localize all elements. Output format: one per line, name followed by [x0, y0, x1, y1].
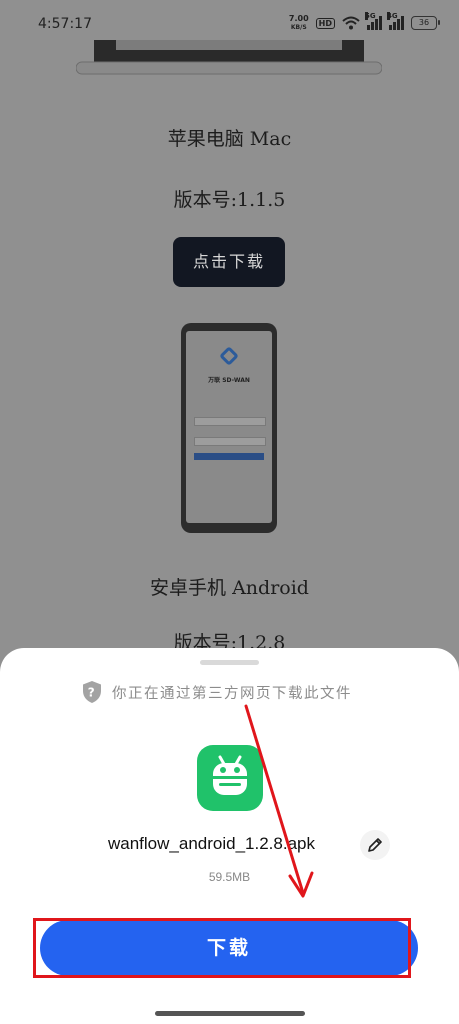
android-phone-image: 万联 SD-WAN — [181, 323, 277, 533]
file-name: wanflow_android_1.2.8.apk — [108, 834, 315, 853]
phone-app-title: 万联 SD-WAN — [208, 377, 250, 384]
mac-version: 版本号:1.1.5 — [173, 189, 286, 211]
pencil-icon — [368, 838, 382, 852]
battery-level: 36 — [418, 18, 430, 27]
svg-text:?: ? — [88, 686, 96, 700]
sim2-network-type: 4G — [387, 12, 398, 20]
android-robot-icon — [197, 745, 263, 811]
signal-sim2-icon: 4G — [387, 12, 404, 30]
android-robot-glyph — [213, 755, 247, 795]
network-speed-unit: KB/S — [290, 24, 307, 31]
phone-screen: 万联 SD-WAN — [186, 331, 272, 523]
drag-handle[interactable] — [200, 660, 259, 665]
mac-laptop-image — [76, 40, 382, 75]
network-speed: 7.00 KB/S — [289, 14, 309, 32]
network-speed-value: 7.00 — [288, 14, 309, 23]
warning-text: 你正在通过第三方网页下载此文件 — [112, 685, 352, 702]
status-icons: 7.00 KB/S HD 5G 4G 36 — [289, 12, 440, 32]
phone-login-button — [194, 453, 264, 460]
phone-password-field — [194, 437, 266, 446]
hd-icon: HD — [315, 17, 335, 29]
status-time: 4:57:17 — [38, 16, 92, 32]
download-button[interactable]: 下载 — [40, 920, 418, 976]
home-indicator — [155, 1011, 305, 1016]
mac-download-button[interactable]: 点击下载 — [173, 237, 285, 287]
android-product-name: 安卓手机 Android — [150, 577, 309, 599]
app-logo-icon — [219, 346, 239, 366]
mac-product-name: 苹果电脑 Mac — [167, 128, 292, 150]
third-party-warning: ? 你正在通过第三方网页下载此文件 — [82, 680, 352, 704]
sim1-network-type: 5G — [365, 12, 376, 20]
edit-filename-button[interactable] — [360, 830, 390, 860]
phone-username-field — [194, 417, 266, 426]
battery-icon: 36 — [411, 16, 440, 30]
wifi-icon — [342, 16, 360, 30]
shield-question-icon: ? — [83, 681, 101, 703]
file-size: 59.5MB — [208, 870, 251, 884]
download-bottom-sheet: ? 你正在通过第三方网页下载此文件 wanflow_android_1.2.8.… — [0, 648, 459, 1024]
signal-sim1-icon: 5G — [365, 12, 382, 30]
